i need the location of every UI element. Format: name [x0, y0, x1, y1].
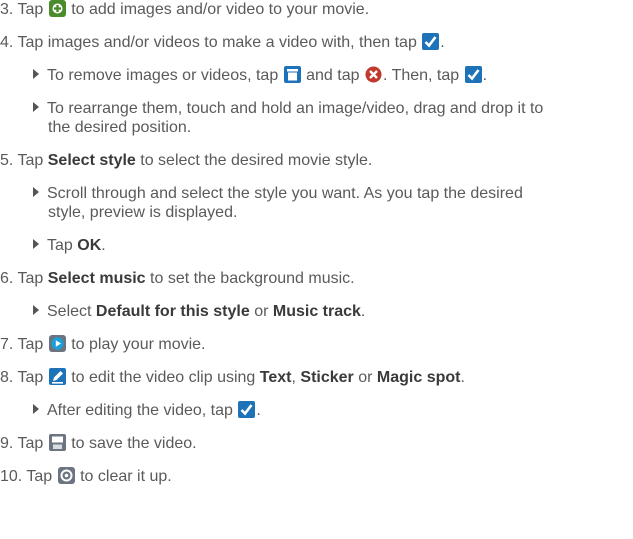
ui-term: Select style	[47, 152, 136, 169]
step-text: to play your movie.	[71, 336, 206, 353]
step-text: Tap	[17, 435, 44, 452]
step-number: 9.	[0, 435, 14, 452]
step-5-bullet-1: Scroll through and select the style you …	[33, 184, 523, 204]
step-text: .	[256, 402, 261, 419]
play-icon	[48, 335, 66, 352]
ui-term: Music track	[272, 303, 361, 320]
step-text: .	[460, 369, 465, 386]
step-number: 6.	[0, 270, 14, 287]
step-text: Tap	[17, 1, 44, 18]
ui-term: Default for this style	[95, 303, 250, 320]
step-text: ,	[291, 369, 296, 386]
step-text: To remove images or videos, tap	[47, 67, 279, 84]
step-number: 8.	[0, 369, 14, 386]
step-5: 5. Tap Select style to select the desire…	[0, 151, 372, 171]
step-number: 7.	[0, 336, 14, 353]
step-5-bullet-2: Tap OK.	[33, 236, 106, 256]
step-text: Select	[47, 303, 92, 320]
step-5-bullet-1-cont: style, preview is displayed.	[48, 203, 237, 223]
step-8-bullet-1: After editing the video, tap .	[33, 401, 261, 421]
step-number: 3.	[0, 1, 14, 18]
bullet-marker	[33, 69, 39, 79]
step-text: Tap	[17, 152, 44, 169]
bullet-marker	[33, 404, 39, 414]
bullet-marker	[33, 239, 39, 249]
step-4-bullet-1: To remove images or videos, tap and tap …	[33, 66, 487, 86]
step-text: Tap	[47, 237, 73, 254]
step-text: to edit the video clip using	[71, 369, 256, 386]
step-4-bullet-2: To rearrange them, touch and hold an ima…	[33, 99, 543, 119]
step-text: Tap images and/or videos to make a video…	[17, 34, 417, 51]
step-text: and tap	[306, 67, 360, 84]
step-text: . Then, tap	[382, 67, 460, 84]
bullet-marker	[33, 187, 39, 197]
step-text: to select the desired movie style.	[140, 152, 373, 169]
step-text: to clear it up.	[80, 468, 172, 485]
step-4: 4. Tap images and/or videos to make a vi…	[0, 33, 445, 53]
step-text: the desired position.	[48, 119, 192, 136]
bullet-marker	[33, 305, 39, 315]
step-text: or	[358, 369, 373, 386]
step-text: To rearrange them, touch and hold an ima…	[47, 100, 544, 117]
step-text: to set the background music.	[150, 270, 355, 287]
checkmark-icon	[422, 33, 440, 50]
ui-term: OK	[77, 237, 102, 254]
step-text: style, preview is displayed.	[48, 204, 238, 221]
step-number: 4.	[0, 34, 14, 51]
edit-pencil-icon	[48, 368, 66, 385]
step-4-bullet-2-cont: the desired position.	[48, 118, 191, 138]
clear-reset-icon	[57, 467, 75, 484]
ui-term: Select music	[47, 270, 146, 287]
step-3: 3. Tap to add images and/or video to you…	[0, 0, 369, 20]
ui-term: Magic spot	[376, 369, 461, 386]
step-text: Tap	[17, 270, 44, 287]
step-text: After editing the video, tap	[47, 402, 233, 419]
step-text: .	[482, 67, 488, 84]
step-text: Tap	[17, 336, 44, 353]
add-media-icon	[48, 0, 66, 17]
step-text: to save the video.	[71, 435, 197, 452]
step-6-bullet-1: Select Default for this style or Music t…	[33, 302, 365, 322]
step-text: Tap	[17, 369, 44, 386]
step-text: .	[101, 237, 106, 254]
bullet-marker	[33, 102, 39, 112]
step-text: .	[360, 303, 366, 320]
step-text: Tap	[26, 468, 53, 485]
ui-term: Text	[259, 369, 292, 386]
checkmark-icon	[464, 66, 482, 83]
step-8: 8. Tap to edit the video clip using Text…	[0, 368, 465, 388]
step-number: 5.	[0, 152, 14, 169]
step-7: 7. Tap to play your movie.	[0, 335, 205, 355]
save-icon	[48, 434, 66, 451]
ui-term: Sticker	[300, 369, 354, 386]
step-9: 9. Tap to save the video.	[0, 434, 197, 454]
step-text: .	[440, 34, 445, 51]
checkmark-icon	[238, 401, 256, 418]
remove-x-icon	[365, 66, 382, 83]
step-6: 6. Tap Select music to set the backgroun…	[0, 269, 355, 289]
step-10: 10. Tap to clear it up.	[0, 467, 172, 487]
step-text: or	[254, 303, 269, 320]
step-text: Scroll through and select the style you …	[47, 185, 523, 202]
step-number: 10.	[0, 468, 23, 485]
trash-icon	[283, 66, 301, 83]
step-text: to add images and/or video to your movie…	[71, 1, 370, 18]
